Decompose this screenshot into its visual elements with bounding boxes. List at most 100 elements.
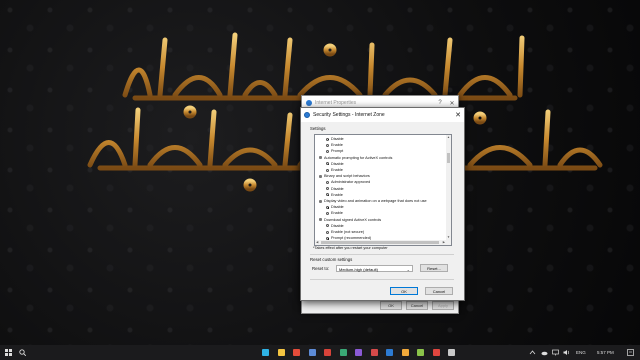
radio-button-icon[interactable] <box>326 137 329 141</box>
scroll-up-icon[interactable]: ▲ <box>446 135 451 140</box>
radio-button-icon[interactable] <box>326 187 329 191</box>
settings-option-label: Enable <box>331 211 343 216</box>
radio-button-icon[interactable] <box>326 162 329 166</box>
internet-options-icon <box>304 112 310 118</box>
divider <box>310 254 454 255</box>
volume-icon[interactable] <box>563 349 570 356</box>
taskbar-app-icon[interactable] <box>432 349 440 356</box>
taskbar-app-icon[interactable] <box>448 349 455 356</box>
scroll-right-icon[interactable]: ▶ <box>443 240 445 244</box>
radio-button-icon[interactable] <box>326 168 329 172</box>
reset-level-select[interactable]: Medium-high (default) ⌄ <box>336 265 413 272</box>
settings-radio-option[interactable]: Administrator approved <box>326 180 370 184</box>
help-button[interactable]: ? <box>434 100 446 106</box>
clock[interactable]: 5:57 PM <box>597 345 614 360</box>
settings-radio-option[interactable]: Enable <box>326 143 343 147</box>
settings-group[interactable]: Download signed ActiveX controls <box>319 218 381 222</box>
internet-options-icon <box>306 100 312 106</box>
props-cancel-button[interactable]: Cancel <box>406 301 428 310</box>
scroll-left-icon[interactable]: ◀ <box>316 240 318 244</box>
network-icon[interactable] <box>552 349 559 356</box>
settings-option-label: Disable <box>331 161 344 166</box>
taskbar-app-icon[interactable] <box>339 349 347 356</box>
radio-button-icon[interactable] <box>326 224 329 228</box>
security-settings-titlebar: Security Settings - Internet Zone ✕ <box>301 108 464 122</box>
settings-option-label: Administrator approved <box>331 180 371 185</box>
radio-button-icon[interactable] <box>326 211 329 215</box>
settings-option-label: Download signed ActiveX controls <box>324 217 382 222</box>
props-ok-button[interactable]: OK <box>380 301 402 310</box>
settings-gear-icon <box>319 218 322 222</box>
divider <box>310 279 454 280</box>
settings-radio-option[interactable]: Enable <box>326 211 343 215</box>
settings-option-label: Enable (not secure) <box>331 230 365 234</box>
props-apply-button[interactable]: Apply <box>432 301 454 310</box>
settings-gear-icon <box>319 174 322 178</box>
reset-group-label: Reset custom settings <box>310 257 353 262</box>
search-icon[interactable] <box>19 349 26 356</box>
settings-radio-option[interactable]: Enable <box>326 193 343 197</box>
language-indicator[interactable]: ENG <box>576 345 586 360</box>
taskbar-app-icon[interactable] <box>417 349 424 356</box>
settings-option-label: Disable <box>331 205 344 210</box>
onedrive-icon[interactable] <box>541 349 548 356</box>
settings-radio-option[interactable]: Disable <box>326 205 344 209</box>
taskbar-app-icon[interactable] <box>293 349 300 356</box>
taskbar-app-icon[interactable] <box>355 349 362 356</box>
settings-option-label: Disable <box>331 137 344 141</box>
scroll-thumb[interactable] <box>447 153 450 163</box>
taskbar-app-icon[interactable] <box>324 349 331 356</box>
radio-button-icon[interactable] <box>326 205 329 209</box>
radio-button-icon[interactable] <box>326 230 329 234</box>
settings-radio-option[interactable]: Enable <box>326 168 343 172</box>
settings-label: Settings <box>310 126 326 131</box>
notifications-icon[interactable] <box>627 349 634 356</box>
desktop-wallpaper: Internet Properties ? ✕ OK Cancel Apply … <box>0 0 640 345</box>
horizontal-scrollbar[interactable]: ◀ ▶ <box>315 240 446 245</box>
radio-button-icon[interactable] <box>326 193 329 197</box>
settings-option-label: Prompt <box>331 149 344 154</box>
radio-button-icon[interactable] <box>326 143 329 147</box>
settings-group[interactable]: Display video and animation on a webpage… <box>319 199 427 203</box>
settings-radio-option[interactable]: Disable <box>326 224 344 228</box>
reset-button[interactable]: Reset... <box>420 264 448 272</box>
settings-radio-option[interactable]: Enable (not secure) <box>326 230 364 234</box>
ok-button[interactable]: OK <box>390 287 418 295</box>
security-settings-dialog: Security Settings - Internet Zone ✕ Sett… <box>300 107 465 301</box>
scroll-down-icon[interactable]: ▼ <box>446 235 451 240</box>
radio-button-icon[interactable] <box>326 180 329 184</box>
settings-option-label: Disable <box>331 223 344 228</box>
cancel-button[interactable]: Cancel <box>425 287 453 295</box>
settings-radio-option[interactable]: Disable <box>326 137 344 141</box>
settings-option-label: Enable <box>331 192 343 197</box>
close-icon[interactable]: ✕ <box>446 100 458 107</box>
reset-to-label: Reset to: <box>312 266 330 271</box>
taskbar-app-icon[interactable] <box>370 349 378 356</box>
settings-radio-option[interactable]: Disable <box>326 187 344 191</box>
settings-gear-icon <box>319 199 322 203</box>
settings-group[interactable]: Automatic prompting for ActiveX controls <box>319 156 392 160</box>
close-icon[interactable]: ✕ <box>452 111 464 119</box>
settings-option-label: Disable <box>331 186 344 191</box>
tray-chevron-icon[interactable] <box>529 349 536 356</box>
taskbar-app-icon[interactable] <box>308 349 316 356</box>
taskbar-app-icon[interactable] <box>277 349 285 356</box>
settings-radio-option[interactable]: Disable <box>326 162 344 166</box>
vertical-scrollbar[interactable]: ▲ ▼ <box>446 135 451 245</box>
settings-option-label: Display video and animation on a webpage… <box>324 199 427 203</box>
settings-tree[interactable]: Disable Enable Prompt Automatic prompting f… <box>314 134 452 246</box>
settings-radio-option[interactable]: Prompt <box>326 149 343 153</box>
settings-option-label: Automatic prompting for ActiveX controls <box>324 155 393 160</box>
taskbar-app-icon[interactable] <box>401 349 409 356</box>
restart-note: *Takes effect after you restart your com… <box>313 246 388 250</box>
radio-button-icon[interactable] <box>326 149 329 153</box>
dialog-title: Security Settings - Internet Zone <box>313 112 385 118</box>
hscroll-thumb[interactable] <box>321 241 439 244</box>
windows-start-icon[interactable] <box>5 349 12 356</box>
settings-option-label: Binary and script behaviors <box>324 174 370 179</box>
settings-gear-icon <box>319 156 322 160</box>
settings-group[interactable]: Binary and script behaviors <box>319 174 370 178</box>
settings-option-label: Enable <box>331 168 343 172</box>
taskbar-app-icon[interactable] <box>386 349 393 356</box>
taskbar-app-icon[interactable] <box>262 349 269 356</box>
